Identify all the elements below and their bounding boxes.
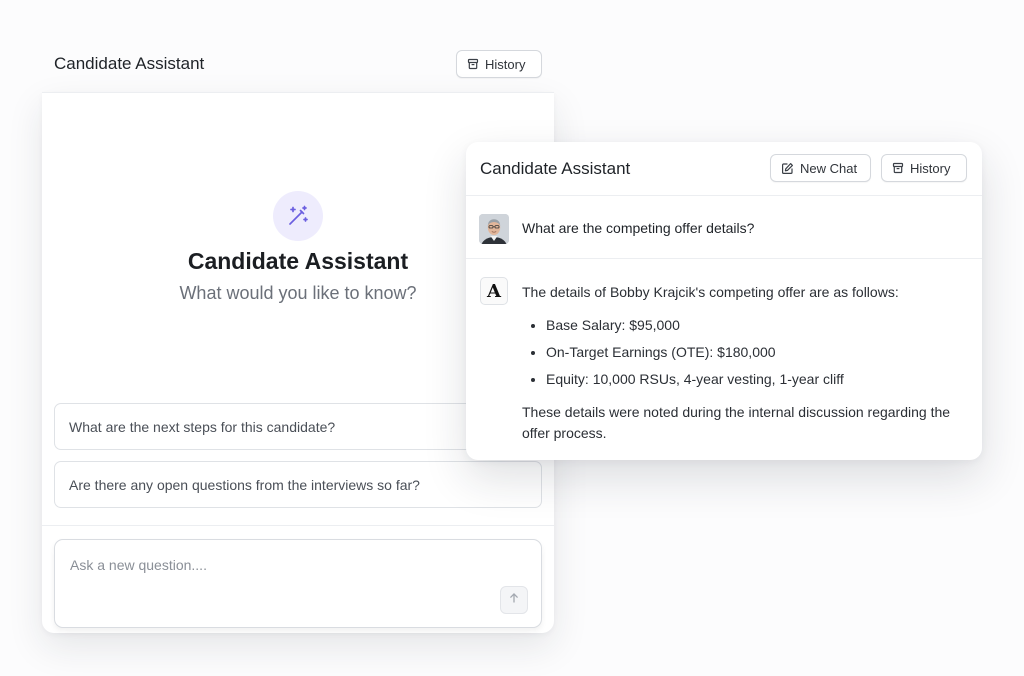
list-item: On-Target Earnings (OTE): $180,000 <box>546 342 968 363</box>
ask-question-input[interactable] <box>68 554 512 576</box>
chat-panel-title: Candidate Assistant <box>480 159 631 178</box>
panel-header: Candidate Assistant History <box>42 32 554 92</box>
archive-icon <box>892 162 904 174</box>
divider <box>42 525 554 526</box>
answer-list: Base Salary: $95,000 On-Target Earnings … <box>522 315 968 390</box>
history-button[interactable]: History <box>881 154 967 182</box>
send-button[interactable] <box>500 586 528 614</box>
avatar <box>479 214 509 244</box>
panel-title: Candidate Assistant <box>54 54 205 73</box>
history-button[interactable]: History <box>456 50 542 78</box>
list-item: Equity: 10,000 RSUs, 4-year vesting, 1-y… <box>546 369 968 390</box>
assistant-logo-icon: A <box>480 277 508 305</box>
suggestion-open-questions[interactable]: Are there any open questions from the in… <box>54 461 542 508</box>
history-button-label: History <box>910 160 951 176</box>
answer-intro: The details of Bobby Krajcik's competing… <box>522 284 899 300</box>
edit-square-icon <box>781 162 794 175</box>
history-button-label: History <box>485 56 526 72</box>
assistant-answer: The details of Bobby Krajcik's competing… <box>522 282 968 444</box>
new-chat-button[interactable]: New Chat <box>770 154 871 182</box>
divider <box>466 258 982 259</box>
chat-panel: Candidate Assistant New Chat History Wha… <box>466 142 982 460</box>
arrow-up-icon <box>508 591 520 609</box>
ask-question-box <box>54 539 542 628</box>
user-question-text: What are the competing offer details? <box>522 220 755 236</box>
archive-icon <box>467 58 479 70</box>
answer-outro: These details were noted during the inte… <box>522 404 951 441</box>
magic-wand-icon <box>273 191 323 241</box>
list-item: Base Salary: $95,000 <box>546 315 968 336</box>
user-message: What are the competing offer details? <box>466 196 982 258</box>
new-chat-button-label: New Chat <box>800 160 858 176</box>
